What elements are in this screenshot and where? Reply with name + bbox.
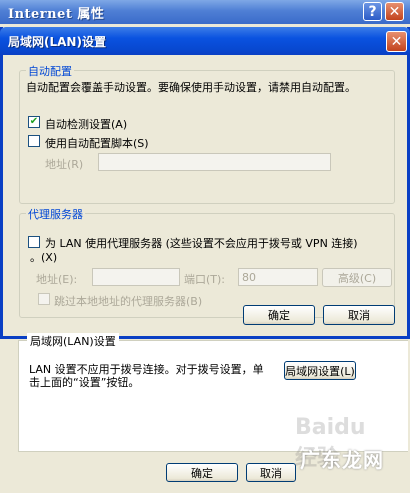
close-icon: ✕ [388, 3, 401, 20]
bypass-local-label[interactable]: 跳过本地地址的代理服务器(B) [54, 293, 202, 309]
use-proxy-label-continued[interactable]: 。(X) [30, 249, 57, 265]
use-proxy-checkbox[interactable] [28, 236, 40, 248]
parent-cancel-button[interactable]: 取消 [246, 463, 296, 482]
script-address-label: 地址(R) [45, 158, 84, 171]
site-watermark: 广东龙网 [300, 448, 384, 472]
script-address-input[interactable] [98, 153, 331, 171]
auto-config-title: 自动配置 [26, 63, 74, 79]
help-button[interactable]: ? [363, 2, 382, 21]
auto-detect-label[interactable]: 自动检测设置(A) [45, 116, 127, 132]
use-script-checkbox[interactable] [28, 135, 40, 147]
parent-title-bar: Internet 属性 ? ✕ [0, 0, 410, 24]
proxy-address-label: 地址(E): [36, 273, 78, 286]
parent-window-title: Internet 属性 [8, 7, 105, 22]
lan-settings-button[interactable]: 局域网设置(L) [284, 361, 356, 380]
parent-close-button[interactable]: ✕ [385, 2, 404, 21]
proxy-address-input[interactable] [92, 268, 180, 286]
lan-settings-dialog: 局域网(LAN)设置 ✕ 自动配置 自动配置会覆盖手动设置。要确保使用手动设置，… [0, 27, 410, 339]
proxy-server-title: 代理服务器 [26, 206, 85, 222]
auto-config-group: 自动配置 自动配置会覆盖手动设置。要确保使用手动设置，请禁用自动配置。 ✔ 自动… [19, 63, 395, 204]
parent-ok-button[interactable]: 确定 [166, 463, 238, 482]
lan-dialog-title-bar: 局域网(LAN)设置 ✕ [0, 27, 410, 55]
lan-dialog-title: 局域网(LAN)设置 [8, 35, 106, 49]
auto-detect-checkbox[interactable]: ✔ [28, 116, 40, 128]
advanced-button[interactable]: 高级(C) [322, 268, 392, 287]
use-script-label[interactable]: 使用自动配置脚本(S) [45, 135, 149, 151]
parent-lan-group-text: LAN 设置不应用于拨号连接。对于拨号设置，单击上面的“设置”按钮。 [29, 363, 264, 389]
proxy-port-input[interactable]: 80 [238, 268, 318, 286]
lan-cancel-button[interactable]: 取消 [323, 305, 395, 325]
use-proxy-label[interactable]: 为 LAN 使用代理服务器 (这些设置不会应用于拨号或 VPN 连接) [45, 235, 358, 251]
help-icon: ? [368, 3, 377, 20]
auto-config-description: 自动配置会覆盖手动设置。要确保使用手动设置，请禁用自动配置。 [26, 81, 356, 94]
close-icon: ✕ [390, 33, 403, 50]
checkmark-icon: ✔ [29, 116, 39, 127]
proxy-port-label: 端口(T): [184, 273, 226, 286]
proxy-server-group: 代理服务器 为 LAN 使用代理服务器 (这些设置不会应用于拨号或 VPN 连接… [19, 206, 395, 318]
bypass-local-checkbox[interactable] [38, 293, 50, 305]
lan-ok-button[interactable]: 确定 [243, 305, 315, 325]
parent-lan-group-title: 局域网(LAN)设置 [27, 333, 119, 349]
lan-dialog-close-button[interactable]: ✕ [386, 31, 407, 52]
